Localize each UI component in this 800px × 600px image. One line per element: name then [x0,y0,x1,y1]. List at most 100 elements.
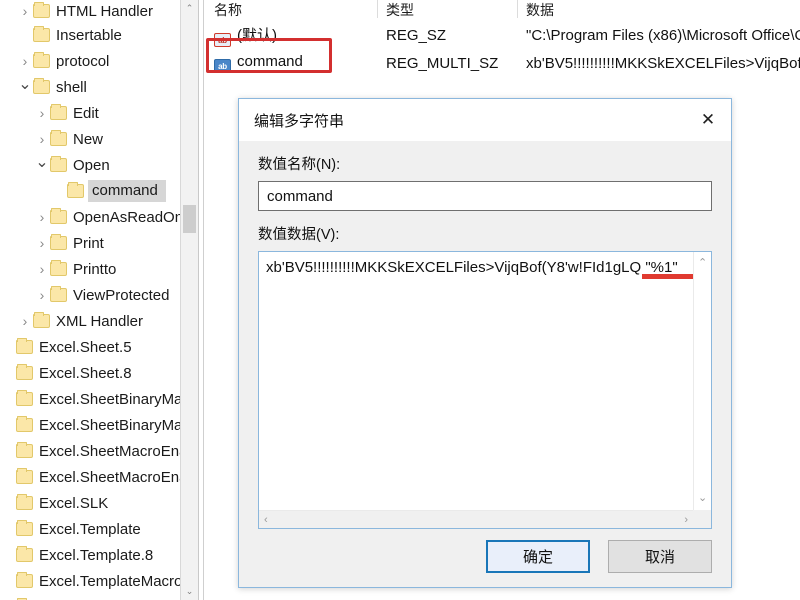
value-data-label: 数值数据(V): [258,227,340,243]
value-name-input[interactable]: command [258,181,712,211]
ab-string-icon: ab [214,32,231,47]
chevron-right-icon[interactable]: › [34,210,50,224]
column-header-data[interactable]: 数据 [517,0,800,20]
scroll-down-icon[interactable]: ⌄ [698,493,707,504]
tree-item-print[interactable]: › Print [0,230,180,256]
tree-item-excel-sheetbinarymacr[interactable]: Excel.SheetBinaryMacr [0,386,180,412]
tree-item-printto[interactable]: › Printto [0,256,180,282]
value-data-cell: "C:\Program Files (x86)\Microsoft Office… [526,26,800,44]
tree-item-excel-sheetmacroenab[interactable]: Excel.SheetMacroEnab [0,464,180,490]
tree-item-label: Excel.SheetMacroEnab [39,442,180,460]
tree-item-excel-sheet-5[interactable]: Excel.Sheet.5 [0,334,180,360]
textarea-horizontal-scrollbar[interactable]: ‹ › [259,510,693,528]
scroll-right-icon[interactable]: › [684,515,688,526]
value-row[interactable]: ab (默认) REG_SZ "C:\Program Files (x86)\Micr… [205,21,800,49]
scroll-left-icon[interactable]: ‹ [264,515,268,526]
folder-icon [50,104,67,120]
tree-item-excel-slk[interactable]: Excel.SLK [0,490,180,516]
tree-item-label: Print [73,234,104,252]
chevron-down-icon[interactable]: ⌄ [17,76,33,98]
scrollbar-thumb[interactable] [183,205,196,233]
tree-item-label: HTML Handler [56,2,153,20]
tree-item-label: Excel.Sheet.5 [39,338,132,356]
registry-key-tree[interactable]: › HTML Handler Insertable › protocol ⌄ shell › E… [0,0,180,600]
folder-icon [16,494,33,510]
textarea-vertical-scrollbar[interactable]: ⌃ ⌄ [693,252,711,510]
cancel-button[interactable]: 取消 [608,540,712,573]
value-list-rows[interactable]: ab (默认) REG_SZ "C:\Program Files (x86)\Micr… [205,21,800,77]
red-underline-annotation [642,274,695,279]
chevron-right-icon[interactable]: › [34,106,50,120]
chevron-right-icon[interactable]: › [17,314,33,328]
folder-icon [33,2,50,18]
chevron-right-icon[interactable]: › [34,132,50,146]
tree-item-excel-template-8[interactable]: Excel.Template.8 [0,542,180,568]
value-data-textarea[interactable]: xb'BV5!!!!!!!!!!MKKSkEXCELFiles>VijqBof(… [259,252,692,509]
dialog-button-bar: 确定 取消 [486,540,712,573]
dialog-titlebar: 编辑多字符串 ✕ [239,99,731,141]
tree-item-label: Excel.TemplateMacroE [39,572,180,590]
tree-item-excel-template[interactable]: Excel.Template [0,516,180,542]
folder-icon [33,26,50,42]
folder-icon [50,208,67,224]
dialog-body: 数值名称(N): command 数值数据(V): xb'BV5!!!!!!!!… [239,153,731,529]
scrollbar-corner [693,510,711,528]
chevron-right-icon[interactable]: › [17,54,33,68]
tree-item-edit[interactable]: › Edit [0,100,180,126]
folder-icon [50,286,67,302]
chevron-right-icon[interactable]: › [34,236,50,250]
tree-item-insertable[interactable]: Insertable [0,22,180,48]
folder-icon [16,338,33,354]
tree-item-html-handler[interactable]: › HTML Handler [0,0,180,22]
edit-multi-string-dialog: 编辑多字符串 ✕ 数值名称(N): command 数值数据(V): xb'BV… [238,98,732,588]
folder-icon [50,260,67,276]
column-header-name[interactable]: 名称 [205,0,377,20]
ok-button[interactable]: 确定 [486,540,590,573]
folder-icon [16,520,33,536]
tree-item-open[interactable]: ⌄ Open [0,152,180,178]
column-header-type[interactable]: 类型 [377,0,517,20]
tree-item-label: New [73,130,104,148]
value-type-cell: REG_SZ [386,26,447,44]
folder-icon [16,416,33,432]
tree-item-viewprotected[interactable]: › ViewProtected [0,282,180,308]
folder-icon [50,130,67,146]
close-icon[interactable]: ✕ [685,99,731,141]
tree-item-label: Excel.SheetMacroEnab [39,468,180,486]
folder-icon [16,364,33,380]
folder-icon [16,468,33,484]
tree-item-label: Open [73,156,110,174]
value-name-text: command [237,53,303,70]
tree-item-excel-templatemacroe[interactable]: Excel.TemplateMacroE [0,568,180,594]
chevron-down-icon[interactable]: ⌄ [34,154,50,176]
tree-item-excel-webquery[interactable]: Excel.WebQuery [0,594,180,600]
value-name-label: 数值名称(N): [258,157,341,173]
folder-icon [67,182,84,198]
tree-item-label: Excel.Template.8 [39,546,154,564]
tree-item-command[interactable]: command [0,178,180,204]
tree-item-excel-sheetbinarymacr[interactable]: Excel.SheetBinaryMacr [0,412,180,438]
value-list-header: 名称 类型 数据 [205,0,800,21]
tree-item-label: shell [56,78,87,96]
tree-item-shell[interactable]: ⌄ shell [0,74,180,100]
tree-item-excel-sheet-8[interactable]: Excel.Sheet.8 [0,360,180,386]
chevron-right-icon[interactable]: › [17,4,33,18]
pane-splitter[interactable] [201,0,204,600]
value-name-cell[interactable]: ab (默认) [205,24,377,47]
scroll-up-icon[interactable]: ⌃ [181,0,198,17]
scroll-down-icon[interactable]: ⌄ [181,583,198,600]
tree-item-excel-sheetmacroenab[interactable]: Excel.SheetMacroEnab [0,438,180,464]
tree-item-openasreadonl[interactable]: › OpenAsReadOnl [0,204,180,230]
value-name-cell[interactable]: ab command [205,53,377,73]
registry-editor-window: › HTML Handler Insertable › protocol ⌄ shell › E… [0,0,800,600]
tree-vertical-scrollbar[interactable]: ⌃ ⌄ [180,0,199,600]
chevron-right-icon[interactable]: › [34,288,50,302]
tree-item-xml-handler[interactable]: › XML Handler [0,308,180,334]
tree-item-new[interactable]: › New [0,126,180,152]
tree-item-label: Excel.Sheet.8 [39,364,132,382]
tree-item-label: Excel.Template [39,520,141,538]
chevron-right-icon[interactable]: › [34,262,50,276]
tree-item-protocol[interactable]: › protocol [0,48,180,74]
value-row[interactable]: ab command REG_MULTI_SZ xb'BV5!!!!!!!!!!MKK… [205,49,800,77]
scroll-up-icon[interactable]: ⌃ [698,258,707,269]
